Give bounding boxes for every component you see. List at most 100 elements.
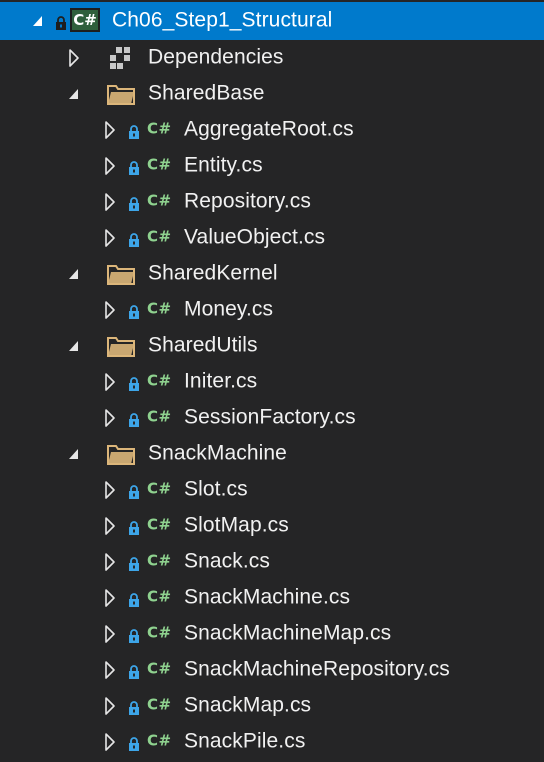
file-node[interactable]: C# SlotMap.cs xyxy=(0,508,544,544)
collapsed-arrow-icon[interactable] xyxy=(102,156,118,176)
expanded-arrow-icon[interactable] xyxy=(66,84,82,104)
lock-icon xyxy=(129,737,139,751)
file-label: SnackMachine.cs xyxy=(184,585,351,609)
lock-icon xyxy=(129,557,139,571)
expanded-arrow-icon[interactable] xyxy=(66,444,82,464)
lock-icon xyxy=(129,305,139,319)
folder-icon xyxy=(107,85,135,105)
folder-icon xyxy=(107,445,135,465)
csharp-file-icon: C# xyxy=(147,407,172,426)
folder-node[interactable]: SharedKernel xyxy=(0,256,544,292)
csharp-file-icon: C# xyxy=(147,695,172,714)
csharp-file-icon: C# xyxy=(147,227,172,246)
folder-icon xyxy=(107,265,135,285)
file-label: Snack.cs xyxy=(184,549,270,573)
expanded-arrow-icon[interactable] xyxy=(66,336,82,356)
lock-icon xyxy=(129,701,139,715)
file-node[interactable]: C# SessionFactory.cs xyxy=(0,400,544,436)
csharp-file-icon: C# xyxy=(147,659,172,678)
folder-icon xyxy=(107,337,135,357)
file-label: ValueObject.cs xyxy=(184,225,326,249)
collapsed-arrow-icon[interactable] xyxy=(102,372,118,392)
dependencies-icon xyxy=(110,47,130,69)
csharp-file-icon: C# xyxy=(147,731,172,750)
file-label: SnackMachineMap.cs xyxy=(184,621,392,645)
collapsed-arrow-icon[interactable] xyxy=(66,48,82,68)
solution-explorer-tree: C# Ch06_Step1_Structural Dependencies Sha… xyxy=(0,0,544,762)
file-node[interactable]: C# SnackMachineRepository.cs xyxy=(0,652,544,688)
file-node[interactable]: C# Repository.cs xyxy=(0,184,544,220)
lock-icon xyxy=(129,233,139,247)
csharp-file-icon: C# xyxy=(147,551,172,570)
folder-label: SharedBase xyxy=(148,81,265,105)
lock-icon xyxy=(129,521,139,535)
collapsed-arrow-icon[interactable] xyxy=(102,300,118,320)
file-node[interactable]: C# SnackMachineMap.cs xyxy=(0,616,544,652)
csharp-file-icon: C# xyxy=(147,371,172,390)
file-label: SnackMachineRepository.cs xyxy=(184,657,450,681)
file-label: Slot.cs xyxy=(184,477,248,501)
csharp-file-icon: C# xyxy=(147,191,172,210)
file-label: SnackMap.cs xyxy=(184,693,312,717)
file-label: Repository.cs xyxy=(184,189,311,213)
file-label: AggregateRoot.cs xyxy=(184,117,354,141)
file-label: Entity.cs xyxy=(184,153,263,177)
collapsed-arrow-icon[interactable] xyxy=(102,516,118,536)
collapsed-arrow-icon[interactable] xyxy=(102,408,118,428)
lock-icon xyxy=(129,629,139,643)
csharp-file-icon: C# xyxy=(147,155,172,174)
csharp-file-icon: C# xyxy=(147,587,172,606)
file-label: SnackPile.cs xyxy=(184,729,306,753)
folder-node[interactable]: SharedUtils xyxy=(0,328,544,364)
project-name: Ch06_Step1_Structural xyxy=(112,8,333,32)
collapsed-arrow-icon[interactable] xyxy=(102,120,118,140)
collapsed-arrow-icon[interactable] xyxy=(102,552,118,572)
csharp-file-icon: C# xyxy=(147,119,172,138)
collapsed-arrow-icon[interactable] xyxy=(102,480,118,500)
lock-icon xyxy=(129,125,139,139)
lock-icon xyxy=(129,161,139,175)
lock-icon xyxy=(129,593,139,607)
project-node[interactable]: C# Ch06_Step1_Structural xyxy=(0,2,544,40)
collapsed-arrow-icon[interactable] xyxy=(102,228,118,248)
csharp-file-icon: C# xyxy=(147,479,172,498)
lock-icon xyxy=(56,16,66,30)
collapsed-arrow-icon[interactable] xyxy=(102,660,118,680)
folder-node[interactable]: SharedBase xyxy=(0,76,544,112)
csharp-file-icon: C# xyxy=(147,299,172,318)
lock-icon xyxy=(129,377,139,391)
collapsed-arrow-icon[interactable] xyxy=(102,624,118,644)
csharp-project-icon: C# xyxy=(70,8,100,32)
dependencies-node[interactable]: Dependencies xyxy=(0,40,544,76)
file-label: Money.cs xyxy=(184,297,274,321)
file-node[interactable]: C# SnackMachine.cs xyxy=(0,580,544,616)
lock-icon xyxy=(129,485,139,499)
expanded-arrow-icon[interactable] xyxy=(30,11,46,31)
folder-label: SharedKernel xyxy=(148,261,278,285)
dependencies-label: Dependencies xyxy=(148,45,284,69)
file-node[interactable]: C# SnackMap.cs xyxy=(0,688,544,724)
folder-label: SharedUtils xyxy=(148,333,258,357)
folder-node[interactable]: SnackMachine xyxy=(0,436,544,472)
folder-label: SnackMachine xyxy=(148,441,287,465)
collapsed-arrow-icon[interactable] xyxy=(102,588,118,608)
file-node[interactable]: C# ValueObject.cs xyxy=(0,220,544,256)
lock-icon xyxy=(129,665,139,679)
file-node[interactable]: C# Initer.cs xyxy=(0,364,544,400)
file-node[interactable]: C# Slot.cs xyxy=(0,472,544,508)
lock-icon xyxy=(129,413,139,427)
expanded-arrow-icon[interactable] xyxy=(66,264,82,284)
file-node[interactable]: C# AggregateRoot.cs xyxy=(0,112,544,148)
file-node[interactable]: C# Money.cs xyxy=(0,292,544,328)
file-node[interactable]: C# Entity.cs xyxy=(0,148,544,184)
lock-icon xyxy=(129,197,139,211)
file-node[interactable]: C# Snack.cs xyxy=(0,544,544,580)
collapsed-arrow-icon[interactable] xyxy=(102,732,118,752)
file-label: SlotMap.cs xyxy=(184,513,289,537)
file-label: SessionFactory.cs xyxy=(184,405,356,429)
csharp-file-icon: C# xyxy=(147,623,172,642)
collapsed-arrow-icon[interactable] xyxy=(102,696,118,716)
file-node[interactable]: C# SnackPile.cs xyxy=(0,724,544,760)
csharp-file-icon: C# xyxy=(147,515,172,534)
collapsed-arrow-icon[interactable] xyxy=(102,192,118,212)
